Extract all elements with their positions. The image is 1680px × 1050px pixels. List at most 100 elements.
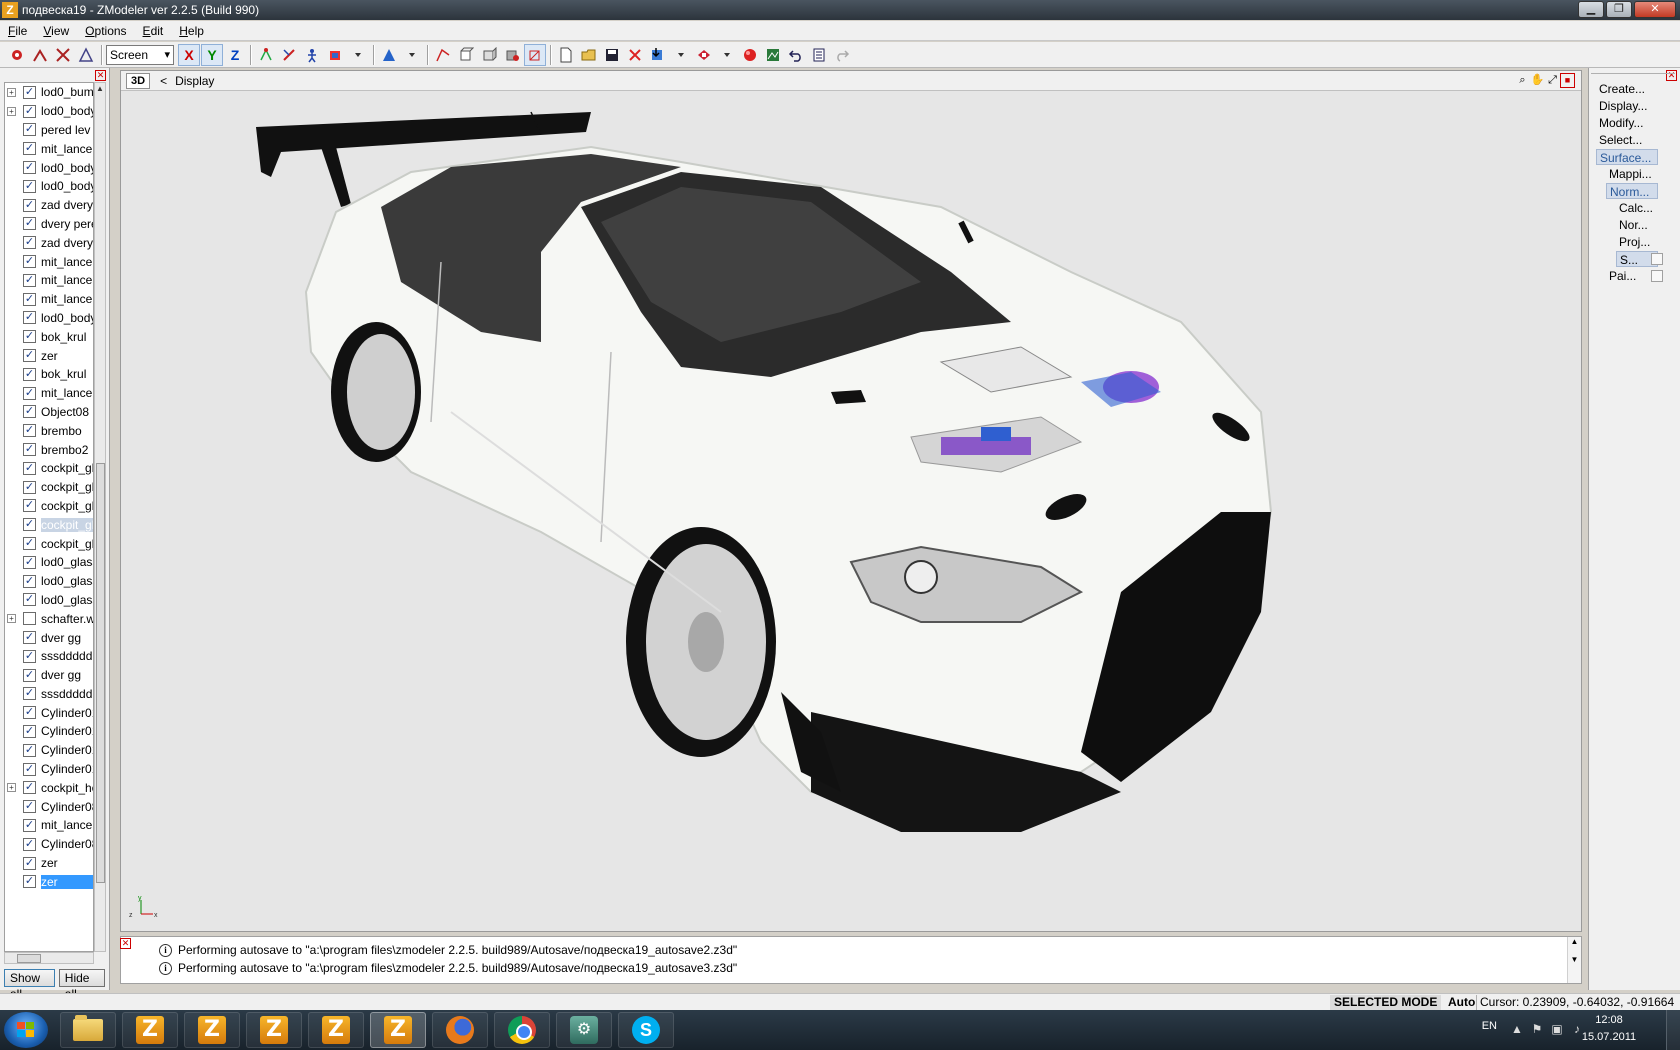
taskbar-zmodeler-5[interactable]: Z [370, 1012, 426, 1048]
object-list-item[interactable]: ✓ mit_lancer [5, 384, 93, 403]
network-icon[interactable]: ▣ [1550, 1022, 1564, 1036]
command-item[interactable]: Norm... [1606, 183, 1658, 199]
object-list-item[interactable]: ✓ lod0_body_ [5, 177, 93, 196]
object-list-item[interactable]: ✓ lod0_glassf [5, 591, 93, 610]
visibility-checkbox[interactable]: ✓ [23, 706, 36, 720]
taskbar-zmodeler-1[interactable]: Z [122, 1012, 178, 1048]
object-list-item[interactable]: ✓ zer [5, 854, 93, 873]
object-list-item[interactable]: + ✓ lod0_body_ [5, 102, 93, 121]
object-list-item[interactable]: ✓ cockpit_gla [5, 478, 93, 497]
visibility-checkbox[interactable]: ✓ [23, 123, 36, 137]
object-list-item[interactable]: ✓ Object08 [5, 403, 93, 422]
object-list-item[interactable]: ✓ bok_krul [5, 365, 93, 384]
render-icon[interactable] [739, 44, 761, 66]
visibility-checkbox[interactable]: ✓ [23, 555, 36, 569]
expand-icon[interactable]: + [7, 106, 16, 116]
taskbar-zmodeler-4[interactable]: Z [308, 1012, 364, 1048]
object-list-item[interactable]: ✓ zad dvery l [5, 233, 93, 252]
command-option-toggle[interactable] [1651, 270, 1663, 282]
object-list-item[interactable]: ✓ Cylinder01 [5, 722, 93, 741]
maximize-viewport-icon[interactable]: ⤢ [1545, 73, 1560, 88]
command-item[interactable]: Calc... [1619, 200, 1653, 216]
visibility-checkbox[interactable]: ✓ [23, 668, 36, 682]
show-all-button[interactable]: Show all [4, 969, 55, 1001]
object-list-item[interactable]: ✓ mit_lancer [5, 139, 93, 158]
axis-z-toggle[interactable]: Z [224, 44, 246, 66]
command-item[interactable]: Pai... [1609, 268, 1636, 284]
import-icon[interactable] [647, 44, 669, 66]
axis-y-toggle[interactable]: Y [201, 43, 223, 66]
object-list-item[interactable]: ✓ lod0_body_ [5, 309, 93, 328]
taskbar-skype[interactable]: S [618, 1012, 674, 1048]
command-item[interactable]: Nor... [1619, 217, 1648, 233]
cone-primitive-icon[interactable] [378, 44, 400, 66]
visibility-checkbox[interactable] [23, 612, 36, 626]
new-file-icon[interactable] [555, 44, 577, 66]
log-scrollbar[interactable]: ▲ ▼ [1567, 937, 1581, 983]
selection-mode-status[interactable]: SELECTED MODE [1330, 995, 1442, 1010]
pan-hand-icon[interactable]: ✋ [1530, 73, 1545, 88]
object-list-item[interactable]: ✓ zer [5, 872, 93, 891]
box-select-icon[interactable] [478, 44, 500, 66]
object-list-item[interactable]: ✓ cockpit_gla [5, 497, 93, 516]
vertex-mode-icon[interactable] [255, 44, 277, 66]
object-list-item[interactable]: ✓ dver gg [5, 628, 93, 647]
hide-all-button[interactable]: Hide all [58, 969, 105, 1001]
visibility-checkbox[interactable]: ✓ [23, 687, 36, 701]
visibility-checkbox[interactable]: ✓ [23, 311, 36, 325]
visibility-checkbox[interactable]: ✓ [23, 649, 36, 663]
vertex-select-icon[interactable] [432, 44, 454, 66]
visibility-checkbox[interactable]: ✓ [23, 800, 36, 814]
command-item[interactable]: Select... [1599, 132, 1642, 148]
visibility-checkbox[interactable]: ✓ [23, 856, 36, 870]
scale-tool-icon[interactable] [75, 44, 97, 66]
object-select-icon[interactable] [501, 44, 523, 66]
object-list-item[interactable]: ✓ sssddddd [5, 685, 93, 704]
visibility-checkbox[interactable]: ✓ [23, 875, 36, 889]
visibility-checkbox[interactable]: ✓ [23, 762, 36, 776]
visibility-checkbox[interactable]: ✓ [23, 349, 36, 363]
rotate-tool-icon[interactable] [52, 44, 74, 66]
scrollbar-thumb[interactable] [17, 954, 41, 963]
start-button[interactable] [4, 1012, 48, 1048]
expand-icon[interactable]: + [7, 614, 16, 624]
chevron-down-icon[interactable] [716, 44, 738, 66]
clock-time[interactable]: 12:08 [1574, 1014, 1644, 1026]
visibility-checkbox[interactable]: ✓ [23, 537, 36, 551]
expand-icon[interactable]: + [7, 87, 16, 97]
taskbar-zmodeler-2[interactable]: Z [184, 1012, 240, 1048]
object-list-item[interactable]: ✓ cockpit_gla [5, 534, 93, 553]
chevron-down-icon[interactable] [347, 44, 369, 66]
visibility-checkbox[interactable]: ✓ [23, 85, 36, 99]
axis-x-toggle[interactable]: X [178, 43, 200, 66]
command-item[interactable]: Modify... [1599, 115, 1643, 131]
panel-close-icon[interactable]: ✕ [1666, 70, 1677, 81]
close-button[interactable]: ✕ [1634, 1, 1676, 18]
scroll-up-icon[interactable]: ▲ [95, 83, 105, 95]
menu-edit[interactable]: Edit [135, 24, 172, 38]
language-indicator[interactable]: EN [1482, 1020, 1497, 1032]
move-tool-icon[interactable] [29, 44, 51, 66]
object-list-hscrollbar[interactable] [4, 952, 94, 964]
visibility-checkbox[interactable]: ✓ [23, 424, 36, 438]
figure-mode-icon[interactable] [301, 44, 323, 66]
expand-icon[interactable]: + [7, 783, 16, 793]
object-list-item[interactable]: ✓ Cylinder01 [5, 760, 93, 779]
visibility-checkbox[interactable]: ✓ [23, 161, 36, 175]
viewport-canvas[interactable]: y x z [121, 92, 1581, 931]
visibility-checkbox[interactable]: ✓ [23, 631, 36, 644]
open-folder-icon[interactable] [578, 44, 600, 66]
object-list-item[interactable]: ✓ cockpit_gla [5, 515, 93, 534]
object-list-item[interactable]: ✓ zad dvery [5, 196, 93, 215]
command-item[interactable]: Mappi... [1609, 166, 1652, 182]
coord-mode-select[interactable]: Screen [106, 44, 174, 65]
object-list-item[interactable]: ✓ mit_lancer [5, 252, 93, 271]
object-list-item[interactable]: + schafter.wf [5, 609, 93, 628]
visibility-checkbox[interactable]: ✓ [23, 217, 36, 231]
clock-date[interactable]: 15.07.2011 [1574, 1031, 1644, 1043]
select-tool-icon[interactable] [6, 44, 28, 66]
visibility-checkbox[interactable]: ✓ [23, 330, 36, 344]
visibility-checkbox[interactable]: ✓ [23, 179, 36, 193]
object-list-item[interactable]: ✓ mit_lancer [5, 271, 93, 290]
object-list-item[interactable]: ✓ lod0_glassl [5, 572, 93, 591]
